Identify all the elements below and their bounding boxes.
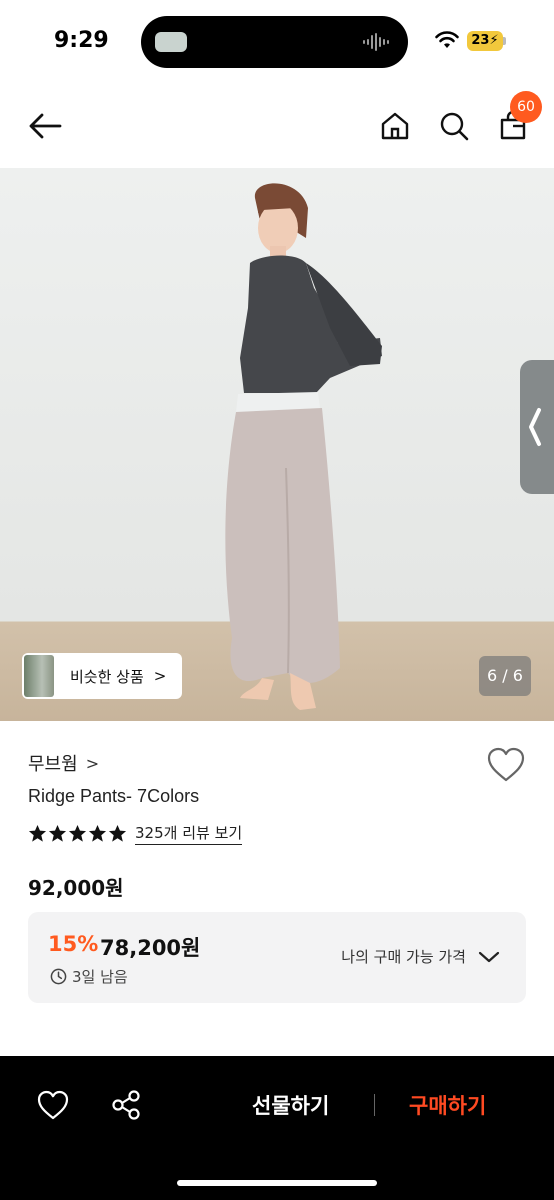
discount-price-box: 15% 78,200원 3일 남음 나의 구매 가능 가격 [28,912,526,1003]
star-icon [48,824,67,842]
similar-products-button[interactable]: 비슷한 상품 > [22,653,182,699]
search-icon [440,112,469,141]
brand-link[interactable]: 무브웜 > [28,750,99,776]
heart-icon [487,747,525,782]
home-indicator [177,1180,377,1186]
dynamic-island [141,16,408,68]
cart-count-badge: 60 [510,91,542,123]
status-time: 9:29 [54,28,109,53]
clock-icon [50,968,67,985]
chevron-down-icon [478,951,500,962]
battery-tip [503,37,506,45]
product-image-gallery[interactable]: 비슷한 상품 > 6 / 6 [0,168,554,721]
bottom-action-bar: 선물하기 구매하기 [0,1056,554,1200]
divider [374,1094,375,1116]
now-playing-thumbnail [155,32,187,52]
battery-level: 23 [471,33,490,48]
home-icon [381,112,409,140]
my-price-dropdown[interactable]: 나의 구매 가능 가격 [341,946,500,967]
heart-icon [37,1090,69,1120]
brand-name: 무브웜 [28,754,78,775]
audio-wave-icon [363,33,389,51]
my-price-label: 나의 구매 가능 가격 [341,948,466,966]
back-arrow-icon [29,113,62,139]
image-counter: 6 / 6 [479,656,531,696]
like-button[interactable] [36,1089,70,1121]
side-drawer-tab[interactable] [520,360,554,494]
share-button[interactable] [110,1089,142,1121]
similar-products-label: 비슷한 상품 [70,667,144,686]
product-photo [225,183,382,710]
gift-button[interactable]: 선물하기 [252,1090,329,1120]
charging-bolt-icon: ⚡ [489,33,499,48]
chevron-right-icon: > [153,667,167,685]
discount-rate: 15% [48,932,99,956]
star-icon [68,824,87,842]
rating-row: 325개 리뷰 보기 [28,822,243,845]
wifi-icon [435,31,459,48]
star-rating [28,824,127,843]
home-button[interactable] [375,106,415,146]
status-bar: 9:29 23⚡ [0,0,554,80]
original-price: 92,000원 [28,876,124,900]
share-icon [112,1090,140,1120]
similar-product-thumbnail [24,655,54,697]
star-icon [108,824,127,842]
battery-indicator: 23⚡ [467,31,503,51]
chevron-right-icon: > [85,753,100,773]
review-link[interactable]: 325개 리뷰 보기 [135,822,243,845]
star-icon [28,824,47,842]
sale-price: 78,200원 [100,936,201,960]
back-button[interactable] [25,106,65,146]
time-left-row: 3일 남음 [50,966,128,987]
product-name: Ridge Pants- 7Colors [28,786,200,806]
buy-button[interactable]: 구매하기 [409,1090,486,1120]
wishlist-button[interactable] [486,746,526,786]
chevron-left-icon [529,408,541,446]
search-button[interactable] [434,106,474,146]
top-navigation [0,90,554,166]
time-left: 3일 남음 [72,968,128,986]
star-icon [88,824,107,842]
